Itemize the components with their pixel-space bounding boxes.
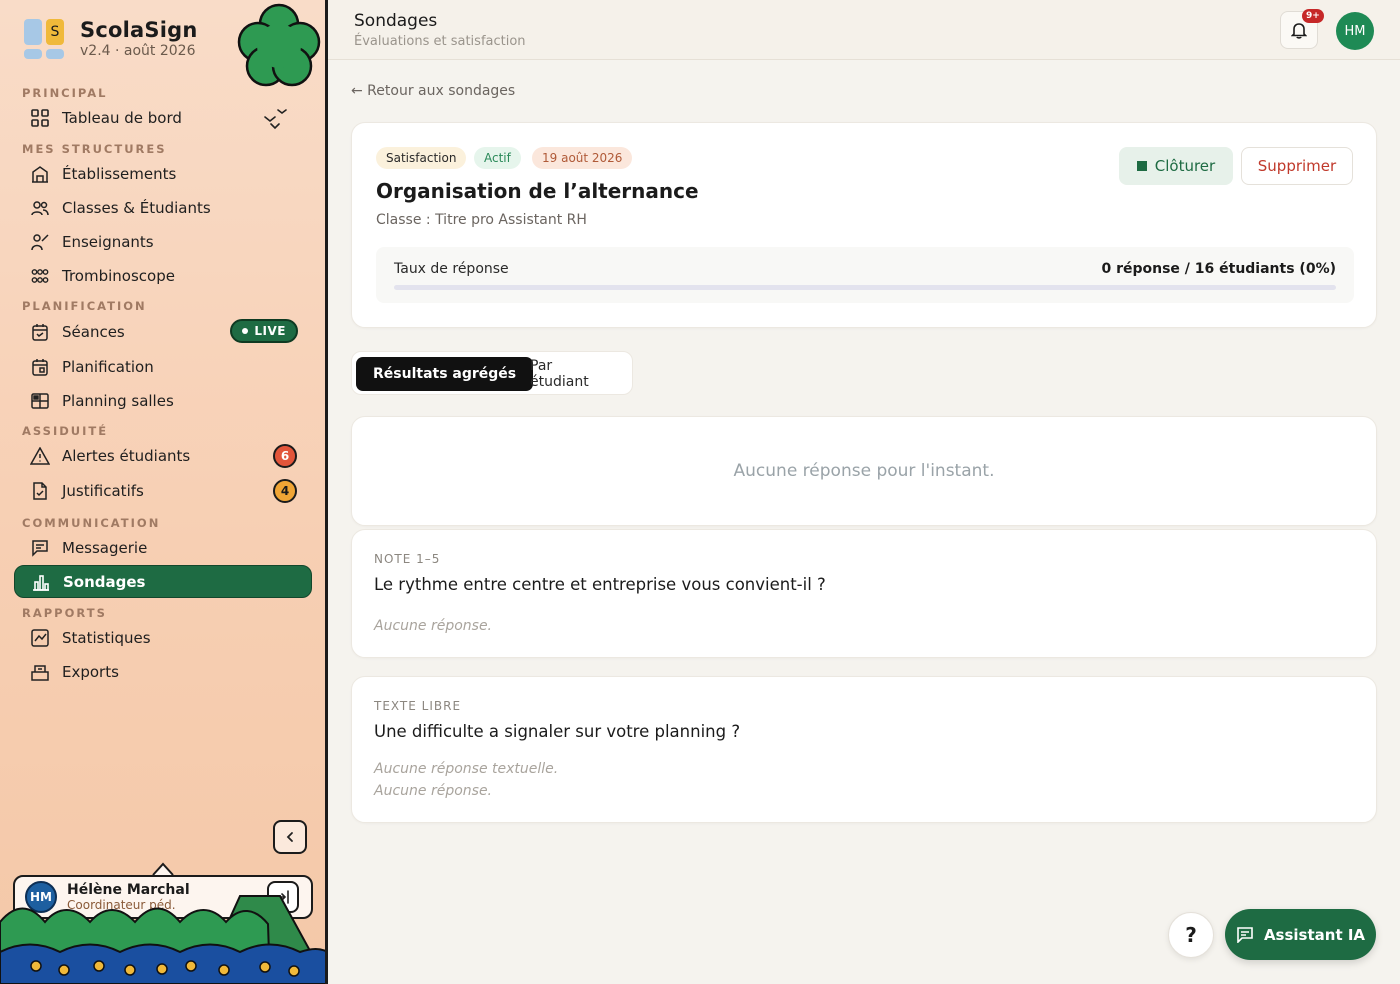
sidebar-item-label: Établissements [62, 165, 177, 183]
document-check-icon [30, 481, 50, 501]
sidebar-item-label: Exports [62, 663, 119, 681]
back-link[interactable]: ← Retour aux sondages [351, 83, 515, 99]
sidebar-item-sondages[interactable]: Sondages [14, 565, 312, 598]
sidebar-item-planification[interactable]: Planification [14, 351, 312, 383]
sidebar-item-statistiques[interactable]: Statistiques [14, 622, 312, 654]
sidebar-item-label: Sondages [63, 572, 146, 591]
section-rapports: RAPPORTS [22, 606, 107, 620]
response-rate-bar [394, 285, 1336, 290]
question-card: TEXTE LIBRE Une difficulte a signaler su… [351, 676, 1377, 823]
question-text: Une difficulte a signaler sur votre plan… [374, 722, 741, 741]
tab-per-student[interactable]: Par étudiant [513, 357, 632, 391]
results-tabs: Résultats agrégés Par étudiant [351, 351, 633, 395]
app-logo: S [24, 18, 64, 59]
line-chart-icon [30, 628, 50, 648]
sidebar-item-label: Planification [62, 358, 154, 376]
section-planification: PLANIFICATION [22, 299, 147, 313]
empty-message: Aucune réponse pour l'instant. [733, 461, 995, 481]
chevron-down-double-icon[interactable] [262, 108, 290, 132]
faces-grid-icon [30, 266, 50, 286]
question-empty-note: Aucune réponse. [374, 783, 493, 799]
response-rate: Taux de réponse 0 réponse / 16 étudiants… [376, 247, 1354, 303]
bell-icon [1291, 22, 1307, 39]
response-rate-label: Taux de réponse [394, 261, 509, 277]
warning-icon [30, 446, 50, 466]
sidebar-item-justificatifs[interactable]: Justificatifs 4 [14, 475, 312, 507]
sidebar-item-label: Alertes étudiants [62, 447, 191, 465]
avatar[interactable]: HM [1336, 12, 1374, 50]
calendar-icon [30, 357, 50, 377]
users-icon [30, 198, 50, 218]
sidebar-item-classes[interactable]: Classes & Étudiants [14, 192, 312, 224]
delete-survey-button[interactable]: Supprimer [1241, 147, 1353, 185]
chat-icon [1237, 927, 1253, 943]
sidebar-item-trombinoscope[interactable]: Trombinoscope [14, 260, 312, 292]
alerts-count-badge: 6 [273, 444, 297, 468]
sidebar-item-label: Messagerie [62, 539, 148, 557]
close-survey-button[interactable]: Clôturer [1119, 147, 1233, 185]
chevron-left-icon [286, 832, 293, 842]
calendar-check-icon [30, 322, 50, 342]
status-badge: Actif [474, 147, 521, 169]
page-subtitle: Évaluations et satisfaction [354, 34, 526, 49]
tab-aggregated-results[interactable]: Résultats agrégés [356, 357, 534, 391]
app-version: v2.4 · août 2026 [80, 43, 196, 59]
category-tag: Satisfaction [376, 147, 467, 169]
sidebar: S ScolaSign v2.4 · août 2026 PRINCIPAL T… [0, 0, 328, 984]
sidebar-item-alertes[interactable]: Alertes étudiants 6 [14, 440, 312, 472]
help-button[interactable]: ? [1168, 912, 1214, 958]
sidebar-item-label: Enseignants [62, 233, 154, 251]
app-name: ScolaSign [80, 18, 198, 42]
question-empty-note: Aucune réponse textuelle. [374, 761, 559, 777]
hills-decoration-icon [0, 895, 325, 984]
notifications-badge: 9+ [1302, 9, 1324, 23]
sidebar-item-label: Tableau de bord [62, 109, 182, 127]
empty-results-card: Aucune réponse pour l'instant. [351, 416, 1377, 526]
building-icon [30, 164, 50, 184]
sidebar-item-planning-salles[interactable]: Planning salles [14, 385, 312, 417]
sidebar-item-label: Trombinoscope [62, 267, 175, 285]
rooms-icon [30, 391, 50, 411]
caret-up-decoration-icon [152, 862, 174, 876]
ai-assistant-button[interactable]: Assistant IA [1225, 909, 1376, 960]
section-structures: MES STRUCTURES [22, 142, 167, 156]
date-tag: 19 août 2026 [532, 147, 633, 169]
section-communication: COMMUNICATION [22, 516, 161, 530]
topbar: Sondages Évaluations et satisfaction 9+ … [328, 0, 1400, 60]
survey-title: Organisation de l’alternance [376, 179, 699, 203]
sidebar-item-label: Planning salles [62, 392, 174, 410]
sidebar-item-enseignants[interactable]: Enseignants [14, 226, 312, 258]
question-type: NOTE 1–5 [374, 552, 441, 566]
response-rate-value: 0 réponse / 16 étudiants (0%) [1101, 261, 1336, 277]
page-title: Sondages [354, 11, 438, 31]
sidebar-item-label: Justificatifs [62, 482, 144, 500]
justificatifs-count-badge: 4 [273, 479, 297, 503]
question-type: TEXTE LIBRE [374, 699, 462, 713]
sidebar-item-exports[interactable]: Exports [14, 656, 312, 688]
sidebar-item-label: Statistiques [62, 629, 151, 647]
live-badge: LIVE [230, 319, 298, 343]
question-text: Le rythme entre centre et entreprise vou… [374, 575, 826, 594]
sidebar-item-etablissements[interactable]: Établissements [14, 158, 312, 190]
export-icon [30, 662, 50, 682]
grid-icon [30, 108, 50, 128]
collapse-sidebar-button[interactable] [273, 820, 307, 854]
teacher-icon [30, 232, 50, 252]
section-principal: PRINCIPAL [22, 86, 108, 100]
brand[interactable]: S ScolaSign v2.4 · août 2026 [24, 18, 197, 59]
stop-icon [1136, 161, 1147, 171]
question-empty-note: Aucune réponse. [374, 618, 493, 634]
question-card: NOTE 1–5 Le rythme entre centre et entre… [351, 529, 1377, 658]
clover-decoration-icon [237, 3, 321, 87]
sidebar-item-seances[interactable]: Séances LIVE [14, 316, 312, 348]
sidebar-item-label: Classes & Étudiants [62, 199, 211, 217]
bar-chart-icon [31, 572, 51, 592]
survey-class: Classe : Titre pro Assistant RH [376, 212, 587, 228]
message-icon [30, 538, 50, 558]
sidebar-item-label: Séances [62, 323, 125, 341]
section-assiduite: ASSIDUITÉ [22, 424, 109, 438]
survey-header-card: Satisfaction Actif 19 août 2026 Organisa… [351, 122, 1377, 328]
sidebar-item-messagerie[interactable]: Messagerie [14, 532, 312, 564]
